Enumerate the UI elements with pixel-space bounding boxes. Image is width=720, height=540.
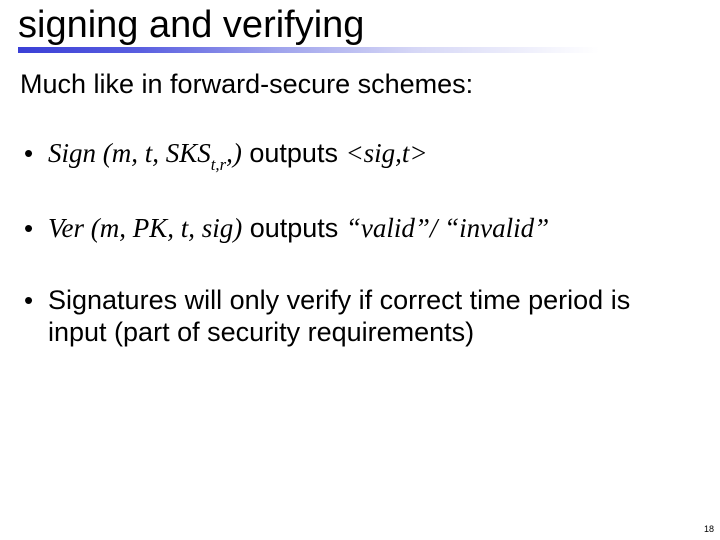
sign-after-sub: ,) xyxy=(226,138,242,168)
sign-outputs-word: outputs xyxy=(242,138,346,168)
ver-result: “valid”/ “invalid” xyxy=(346,213,549,243)
ver-fn: Ver (m, PK, t, sig) xyxy=(48,213,242,243)
sign-subscript: t,r xyxy=(211,155,226,174)
note-text: Signatures will only verify if correct t… xyxy=(48,285,630,347)
bullet-ver: Ver (m, PK, t, sig) outputs “valid”/ “in… xyxy=(20,213,696,245)
ver-outputs-word: outputs xyxy=(242,213,346,243)
sign-fn: Sign (m, t, SKS xyxy=(48,138,211,168)
slide-body: Much like in forward-secure schemes: Sig… xyxy=(18,53,702,349)
lead-text: Much like in forward-secure schemes: xyxy=(20,69,696,100)
bullet-sign: Sign (m, t, SKSt,r,) outputs <sig,t> xyxy=(20,138,696,173)
sign-result: <sig,t> xyxy=(345,138,427,168)
bullet-note: Signatures will only verify if correct t… xyxy=(20,285,696,349)
title-block: signing and verifying xyxy=(18,4,702,53)
slide-title: signing and verifying xyxy=(18,4,702,49)
page-number: 18 xyxy=(704,524,714,534)
bullet-list: Sign (m, t, SKSt,r,) outputs <sig,t> Ver… xyxy=(20,138,696,349)
slide: signing and verifying Much like in forwa… xyxy=(0,0,720,540)
